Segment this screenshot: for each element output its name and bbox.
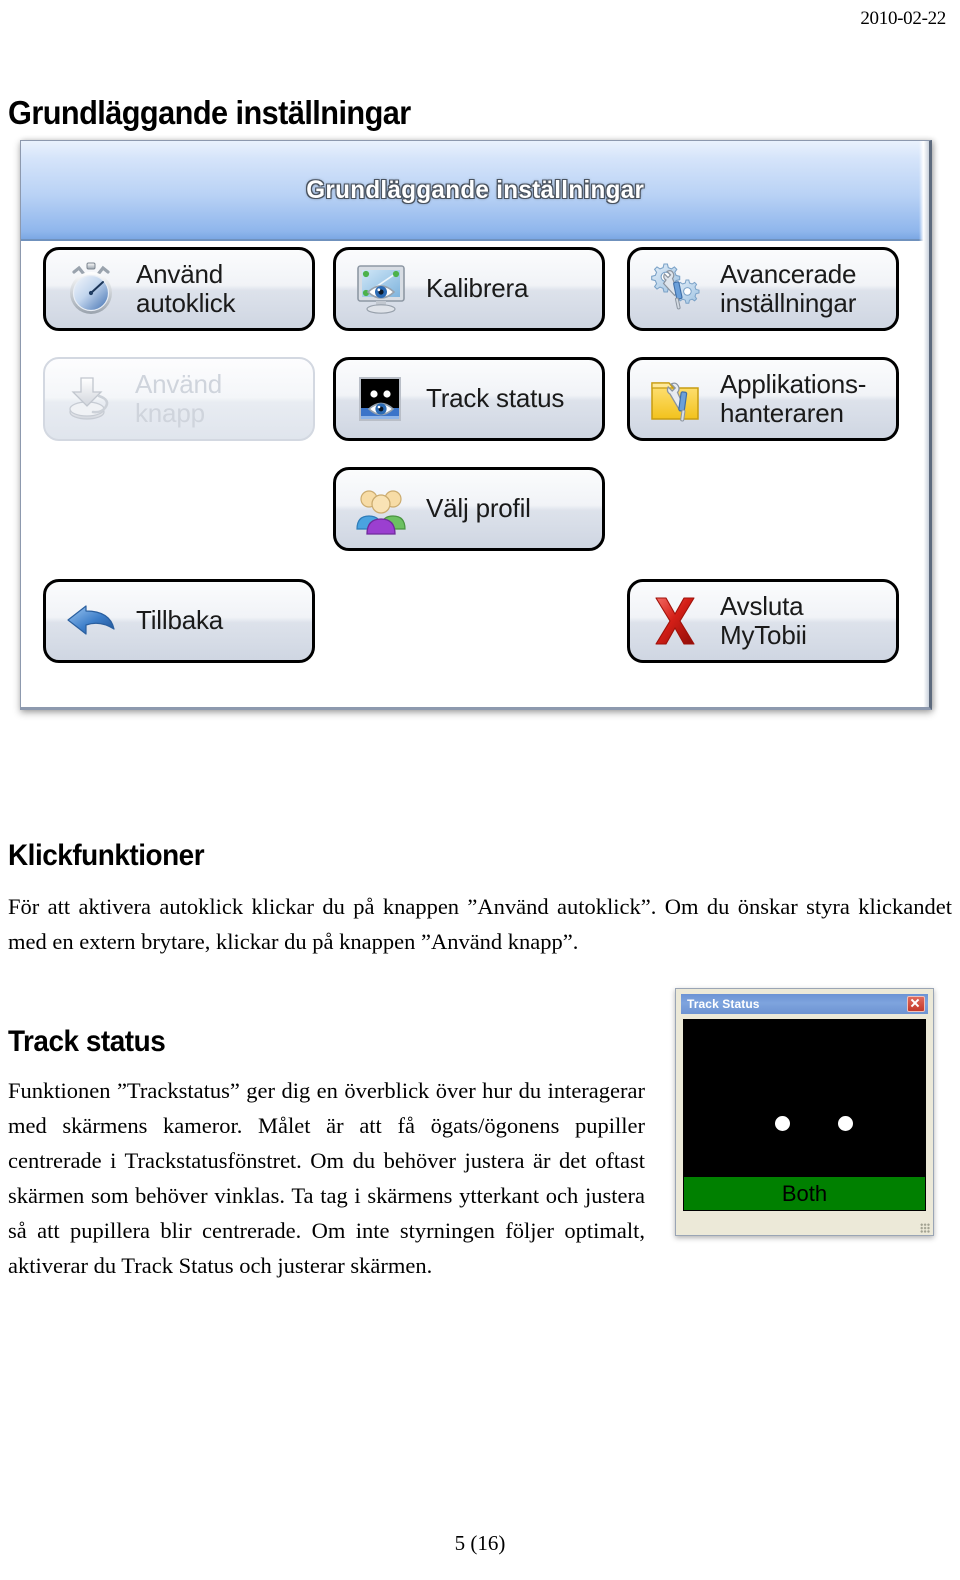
- button-label: Kalibrera: [426, 273, 529, 304]
- monitor-eye-icon: [352, 260, 410, 318]
- track-status-window: Track Status Both: [675, 988, 934, 1236]
- app-titlebar: Grundläggande inställningar: [21, 141, 929, 241]
- page-number: 5 (16): [454, 1531, 506, 1555]
- button-label: Välj profil: [426, 493, 531, 524]
- paragraph-track-status: Funktionen ”Trackstatus” ger dig en över…: [8, 1077, 645, 1278]
- button-applikationshanteraren[interactable]: Applikations- hanteraren: [627, 357, 899, 441]
- button-kalibrera[interactable]: Kalibrera: [333, 247, 605, 331]
- resize-grip-icon[interactable]: [920, 1223, 930, 1233]
- close-icon[interactable]: [907, 996, 925, 1012]
- button-anvand-autoklick[interactable]: Använd autoklick: [43, 247, 315, 331]
- red-x-icon: [646, 592, 704, 650]
- track-status-status-label: Both: [781, 1180, 828, 1206]
- track-status-titlebar: Track Status: [681, 994, 928, 1014]
- track-status-eye-icon: [352, 370, 410, 428]
- gears-tools-icon: [646, 260, 704, 318]
- heading-track-status: Track status: [8, 1024, 166, 1058]
- track-status-status-bar: Both: [684, 1177, 925, 1210]
- button-label: Applikations- hanteraren: [720, 368, 867, 428]
- button-label: Track status: [426, 383, 565, 414]
- track-status-camera-view: Both: [683, 1019, 926, 1211]
- stopwatch-icon: [62, 260, 120, 318]
- pupil-left-indicator: [775, 1116, 790, 1131]
- button-avsluta-mytobii[interactable]: Avsluta MyTobii: [627, 579, 899, 663]
- button-anvand-knapp: Använd knapp: [43, 357, 315, 441]
- document-date: 2010-02-22: [860, 8, 946, 29]
- folder-tools-icon: [646, 370, 704, 428]
- button-label: Avancerade inställningar: [720, 258, 857, 318]
- users-icon: [352, 480, 410, 538]
- page-title: Grundläggande inställningar: [8, 94, 411, 132]
- button-track-status[interactable]: Track status: [333, 357, 605, 441]
- button-label: Använd knapp: [135, 368, 222, 428]
- button-avancerade-installningar[interactable]: Avancerade inställningar: [627, 247, 899, 331]
- switch-button-icon: [61, 370, 119, 428]
- heading-klickfunktioner: Klickfunktioner: [8, 838, 205, 872]
- button-tillbaka[interactable]: Tillbaka: [43, 579, 315, 663]
- track-status-title: Track Status: [687, 997, 760, 1011]
- button-label: Använd autoklick: [136, 258, 236, 318]
- button-valj-profil[interactable]: Välj profil: [333, 467, 605, 551]
- button-label: Avsluta MyTobii: [720, 590, 807, 650]
- pupil-right-indicator: [838, 1116, 853, 1131]
- paragraph-klickfunktioner: För att aktivera autoklick klickar du på…: [8, 893, 952, 954]
- app-button-grid: Använd autoklick Kalibrera Avancerade in…: [21, 241, 929, 707]
- button-label: Tillbaka: [136, 605, 224, 636]
- app-titlebar-label: Grundläggande inställningar: [306, 175, 644, 204]
- app-screenshot-window: Grundläggande inställningar Använd autok…: [20, 140, 932, 710]
- back-arrow-icon: [62, 592, 120, 650]
